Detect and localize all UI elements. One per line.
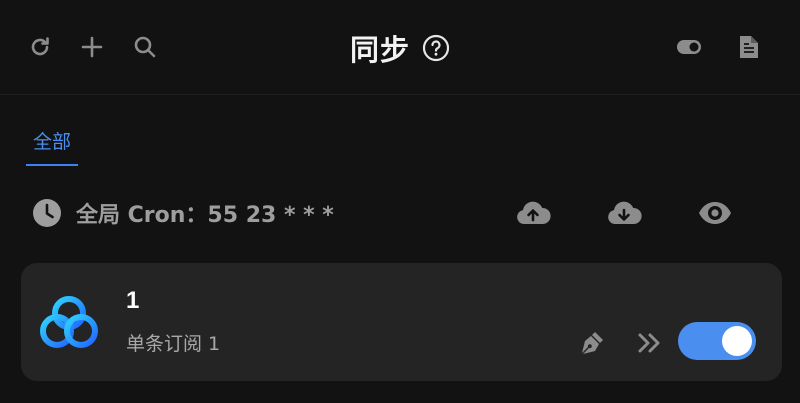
upload-button[interactable] <box>515 195 551 231</box>
question-circle-icon <box>422 34 450 62</box>
clock-icon <box>33 199 61 227</box>
download-button[interactable] <box>606 195 642 231</box>
preview-button[interactable] <box>697 195 733 231</box>
cloud-upload-icon <box>517 201 551 224</box>
tab-active-indicator <box>26 164 78 166</box>
page-title: 同步 <box>349 33 410 67</box>
run-subscription-button[interactable] <box>634 327 666 359</box>
header-bar: 同步 <box>0 0 800 95</box>
help-button[interactable] <box>422 34 450 62</box>
app-logo-icon <box>40 296 98 348</box>
eye-icon <box>699 202 731 224</box>
edit-subscription-button[interactable] <box>576 327 608 359</box>
global-cron: 全局 Cron：55 23 * * * <box>32 196 334 230</box>
file-icon <box>740 36 758 58</box>
tab-all-label: 全部 <box>32 131 71 153</box>
subscription-enabled-toggle[interactable] <box>678 322 756 360</box>
pen-nib-icon <box>582 332 603 354</box>
tab-all[interactable]: 全部 <box>26 128 78 166</box>
chevrons-right-icon <box>638 333 660 353</box>
toggle-icon <box>677 40 701 54</box>
subscription-card[interactable]: 1 单条订阅 1 <box>21 263 782 381</box>
cron-text: 全局 Cron：55 23 * * * <box>76 203 334 228</box>
log-button[interactable] <box>731 29 767 65</box>
cloud-download-icon <box>608 201 642 224</box>
subscription-subtitle: 单条订阅 1 <box>126 333 221 355</box>
toggle-knob <box>722 326 752 356</box>
toggle-view-button[interactable] <box>671 29 707 65</box>
subscription-title: 1 <box>126 287 140 314</box>
